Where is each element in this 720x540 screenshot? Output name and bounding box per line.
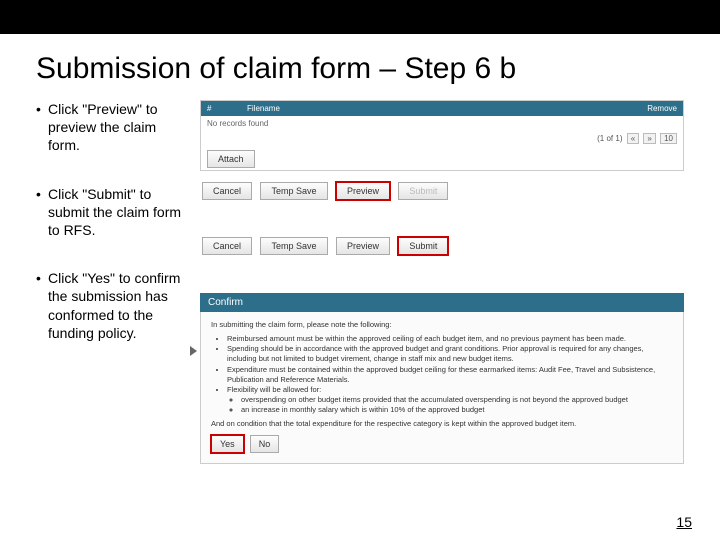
attachments-header: # Filename Remove (201, 101, 683, 116)
instruction-column: Click "Preview" to preview the claim for… (36, 100, 186, 464)
attach-row: Attach (201, 146, 683, 170)
confirm-dialog: Confirm In submitting the claim form, pl… (200, 293, 684, 464)
attachments-panel: # Filename Remove No records found (1 of… (200, 100, 684, 171)
col-index: # (207, 104, 247, 113)
pager-prev[interactable]: « (627, 133, 639, 144)
col-remove: Remove (617, 104, 677, 113)
pager: (1 of 1) « » 10 (201, 131, 683, 146)
confirm-subitem: an increase in monthly salary which is w… (241, 405, 673, 415)
pager-range: (1 of 1) (597, 134, 622, 143)
pager-next[interactable]: » (643, 133, 655, 144)
empty-row: No records found (201, 116, 683, 131)
tempsave-button[interactable]: Temp Save (260, 237, 327, 255)
cancel-button[interactable]: Cancel (202, 182, 252, 200)
content-area: Click "Preview" to preview the claim for… (0, 100, 720, 464)
attach-button[interactable]: Attach (207, 150, 255, 168)
action-row-1: Cancel Temp Save Preview Submit (200, 177, 684, 202)
confirm-sublist: overspending on other budget items provi… (227, 395, 673, 415)
confirm-item: Expenditure must be contained within the… (227, 365, 673, 385)
instruction-item: Click "Preview" to preview the claim for… (36, 100, 186, 155)
confirm-subitem: overspending on other budget items provi… (241, 395, 673, 405)
action-row-2: Cancel Temp Save Preview Submit (200, 232, 684, 257)
confirm-item: Reimbursed amount must be within the app… (227, 334, 673, 344)
top-bar (0, 0, 720, 34)
confirm-header: Confirm (200, 293, 684, 312)
confirm-buttons: Yes No (211, 435, 673, 453)
tempsave-button[interactable]: Temp Save (260, 182, 327, 200)
preview-button[interactable]: Preview (336, 237, 390, 255)
pager-size[interactable]: 10 (660, 133, 677, 144)
yes-button[interactable]: Yes (211, 435, 244, 453)
instruction-item: Click "Yes" to confirm the submission ha… (36, 269, 186, 342)
screenshot-column: # Filename Remove No records found (1 of… (200, 100, 684, 464)
no-button[interactable]: No (250, 435, 280, 453)
page-number: 15 (676, 514, 692, 530)
cancel-button[interactable]: Cancel (202, 237, 252, 255)
submit-button-disabled: Submit (398, 182, 448, 200)
preview-button[interactable]: Preview (336, 182, 390, 200)
arrow-icon (190, 346, 197, 356)
col-filename: Filename (247, 104, 617, 113)
confirm-item: Flexibility will be allowed for: overspe… (227, 385, 673, 415)
submit-button[interactable]: Submit (398, 237, 448, 255)
confirm-item: Spending should be in accordance with th… (227, 344, 673, 364)
confirm-item-text: Flexibility will be allowed for: (227, 385, 321, 394)
confirm-list: Reimbursed amount must be within the app… (211, 334, 673, 415)
confirm-lead: In submitting the claim form, please not… (211, 320, 673, 330)
instruction-item: Click "Submit" to submit the claim form … (36, 185, 186, 240)
confirm-tail: And on condition that the total expendit… (211, 419, 673, 429)
confirm-body: In submitting the claim form, please not… (200, 312, 684, 464)
page-title: Submission of claim form – Step 6 b (0, 34, 720, 100)
